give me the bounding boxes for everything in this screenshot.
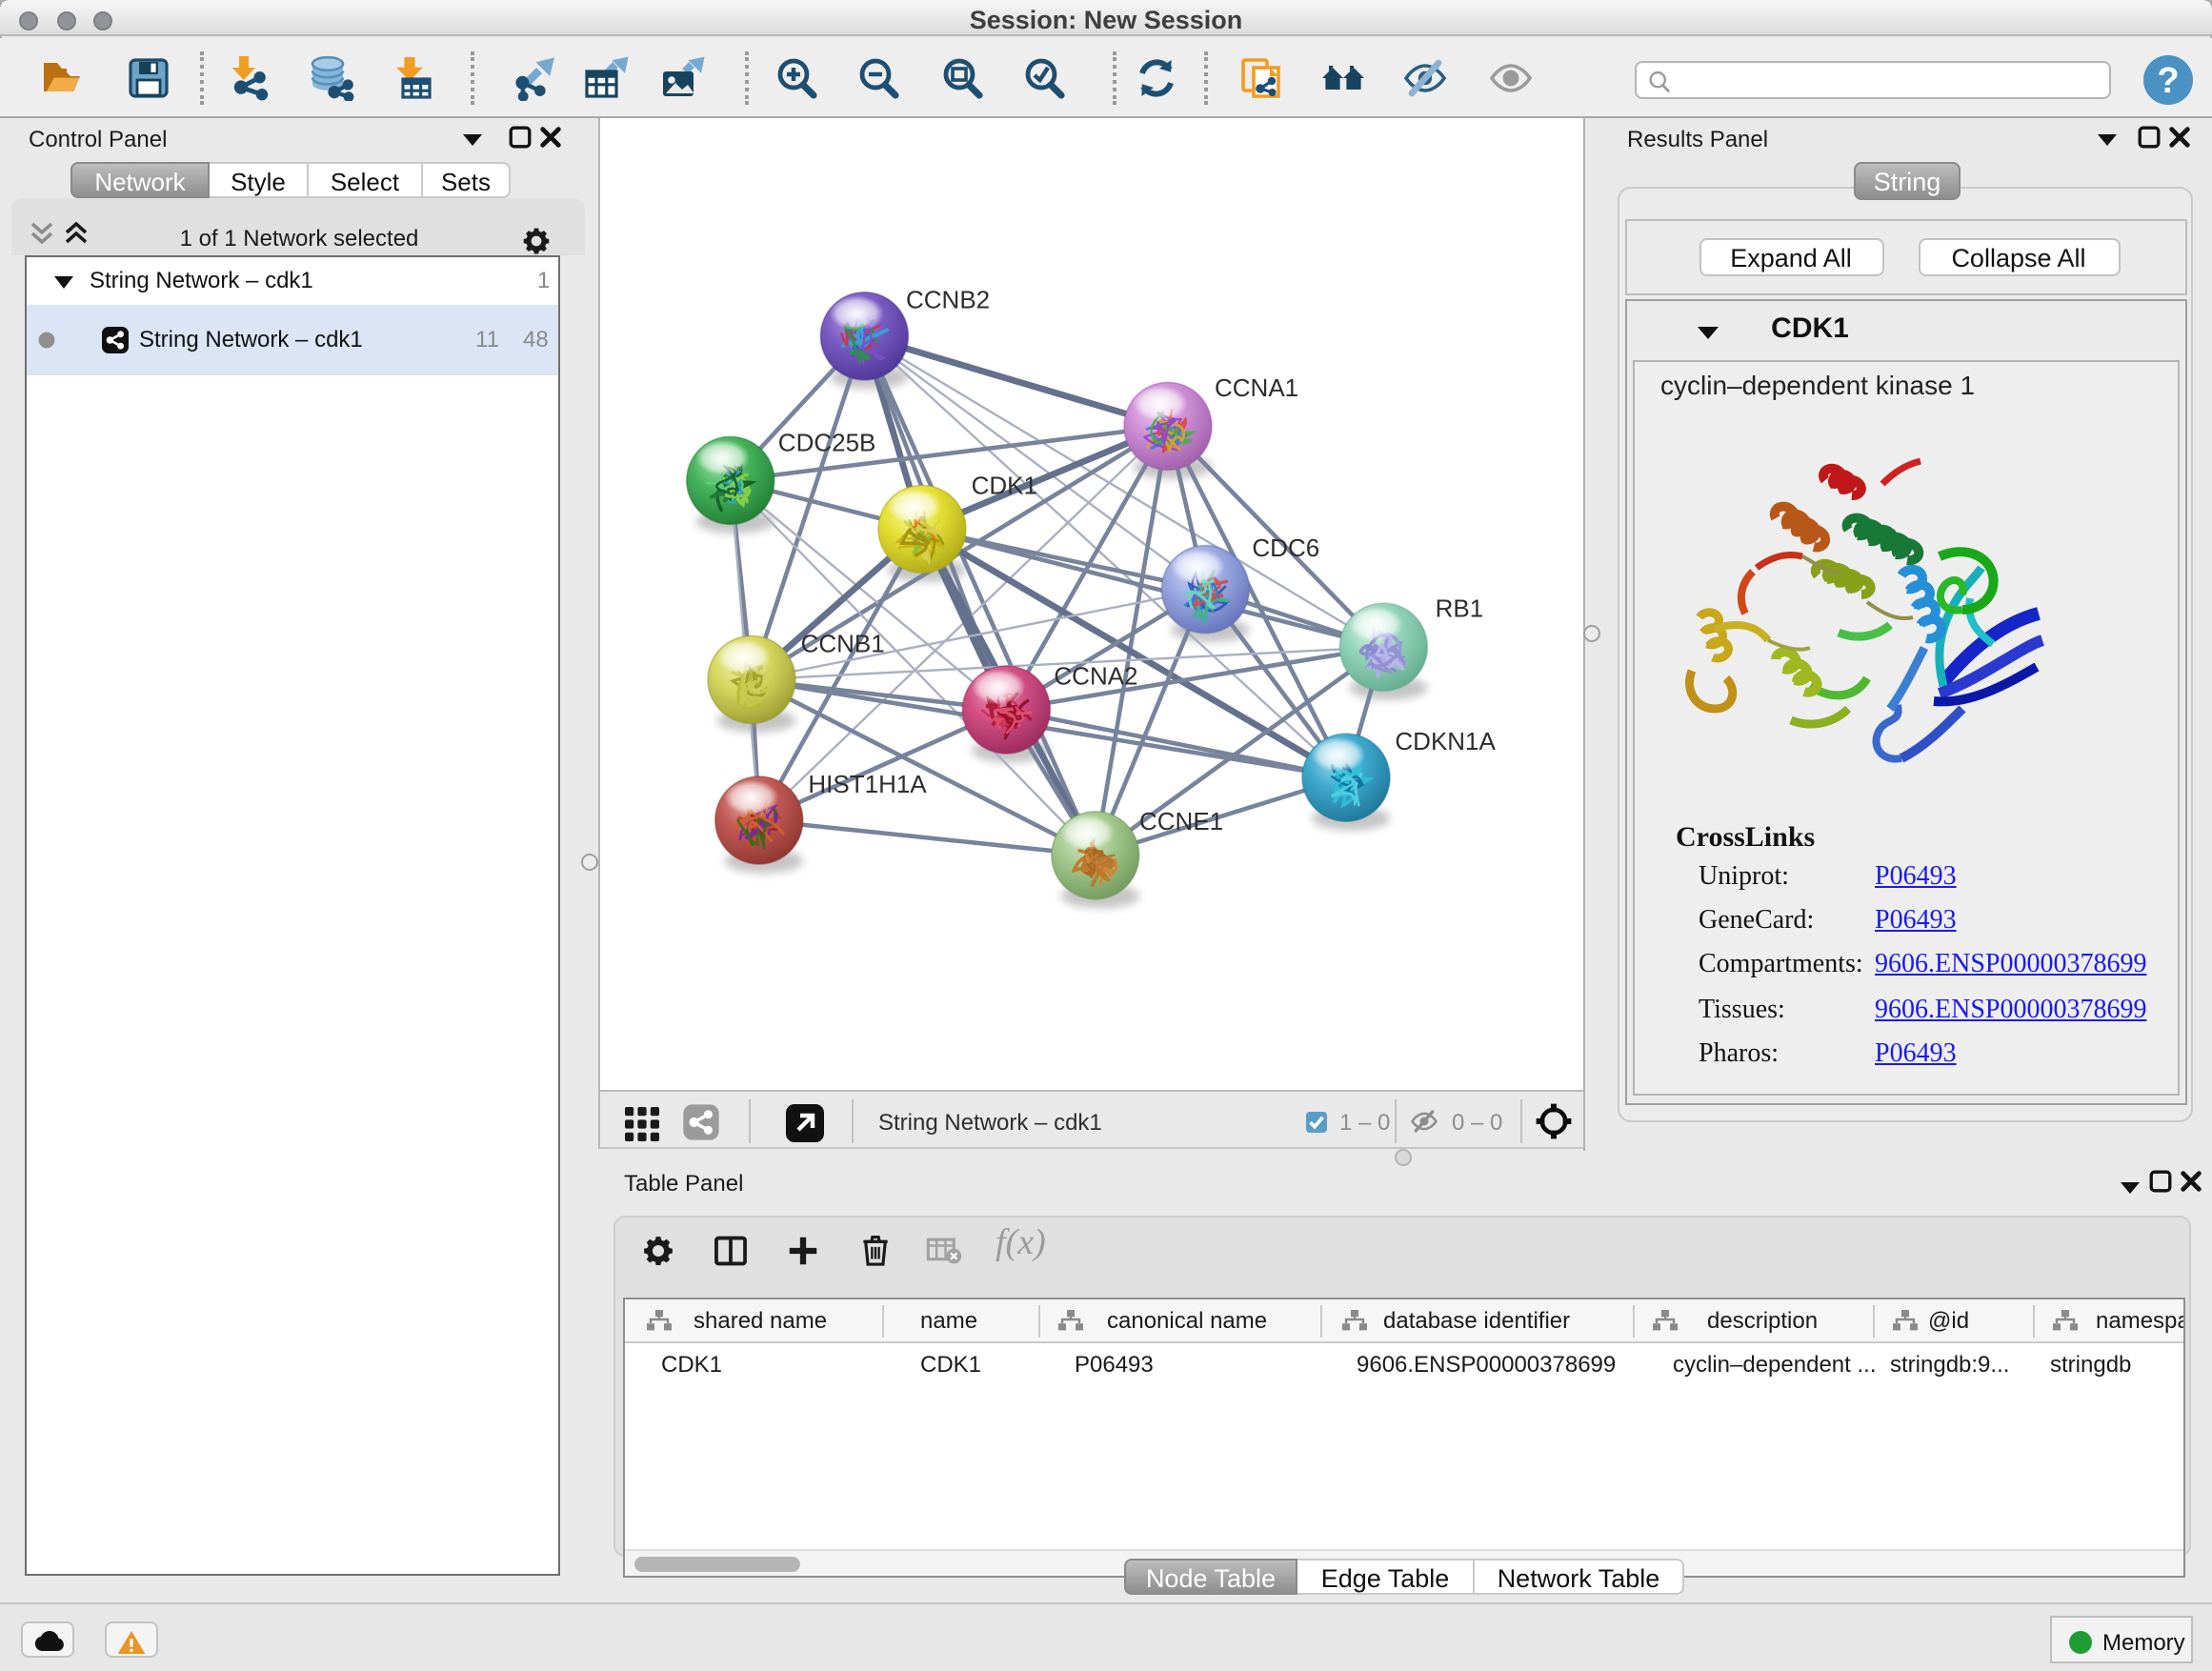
svg-text:CCNA1: CCNA1 [1215, 373, 1298, 402]
svg-text:CDKN1A: CDKN1A [1395, 727, 1496, 755]
svg-text:?: ? [2157, 61, 2179, 101]
svg-text:CCNE1: CCNE1 [1139, 807, 1223, 836]
svg-text:HIST1H1A: HIST1H1A [808, 770, 927, 798]
svg-text:RB1: RB1 [1436, 594, 1484, 622]
svg-text:CDK1: CDK1 [972, 471, 1037, 499]
svg-text:CCNA2: CCNA2 [1054, 662, 1137, 691]
svg-text:CCNB2: CCNB2 [906, 286, 990, 314]
svg-text:CDC6: CDC6 [1252, 534, 1319, 562]
svg-text:CDC25B: CDC25B [778, 429, 876, 457]
svg-text:CCNB1: CCNB1 [801, 629, 885, 657]
